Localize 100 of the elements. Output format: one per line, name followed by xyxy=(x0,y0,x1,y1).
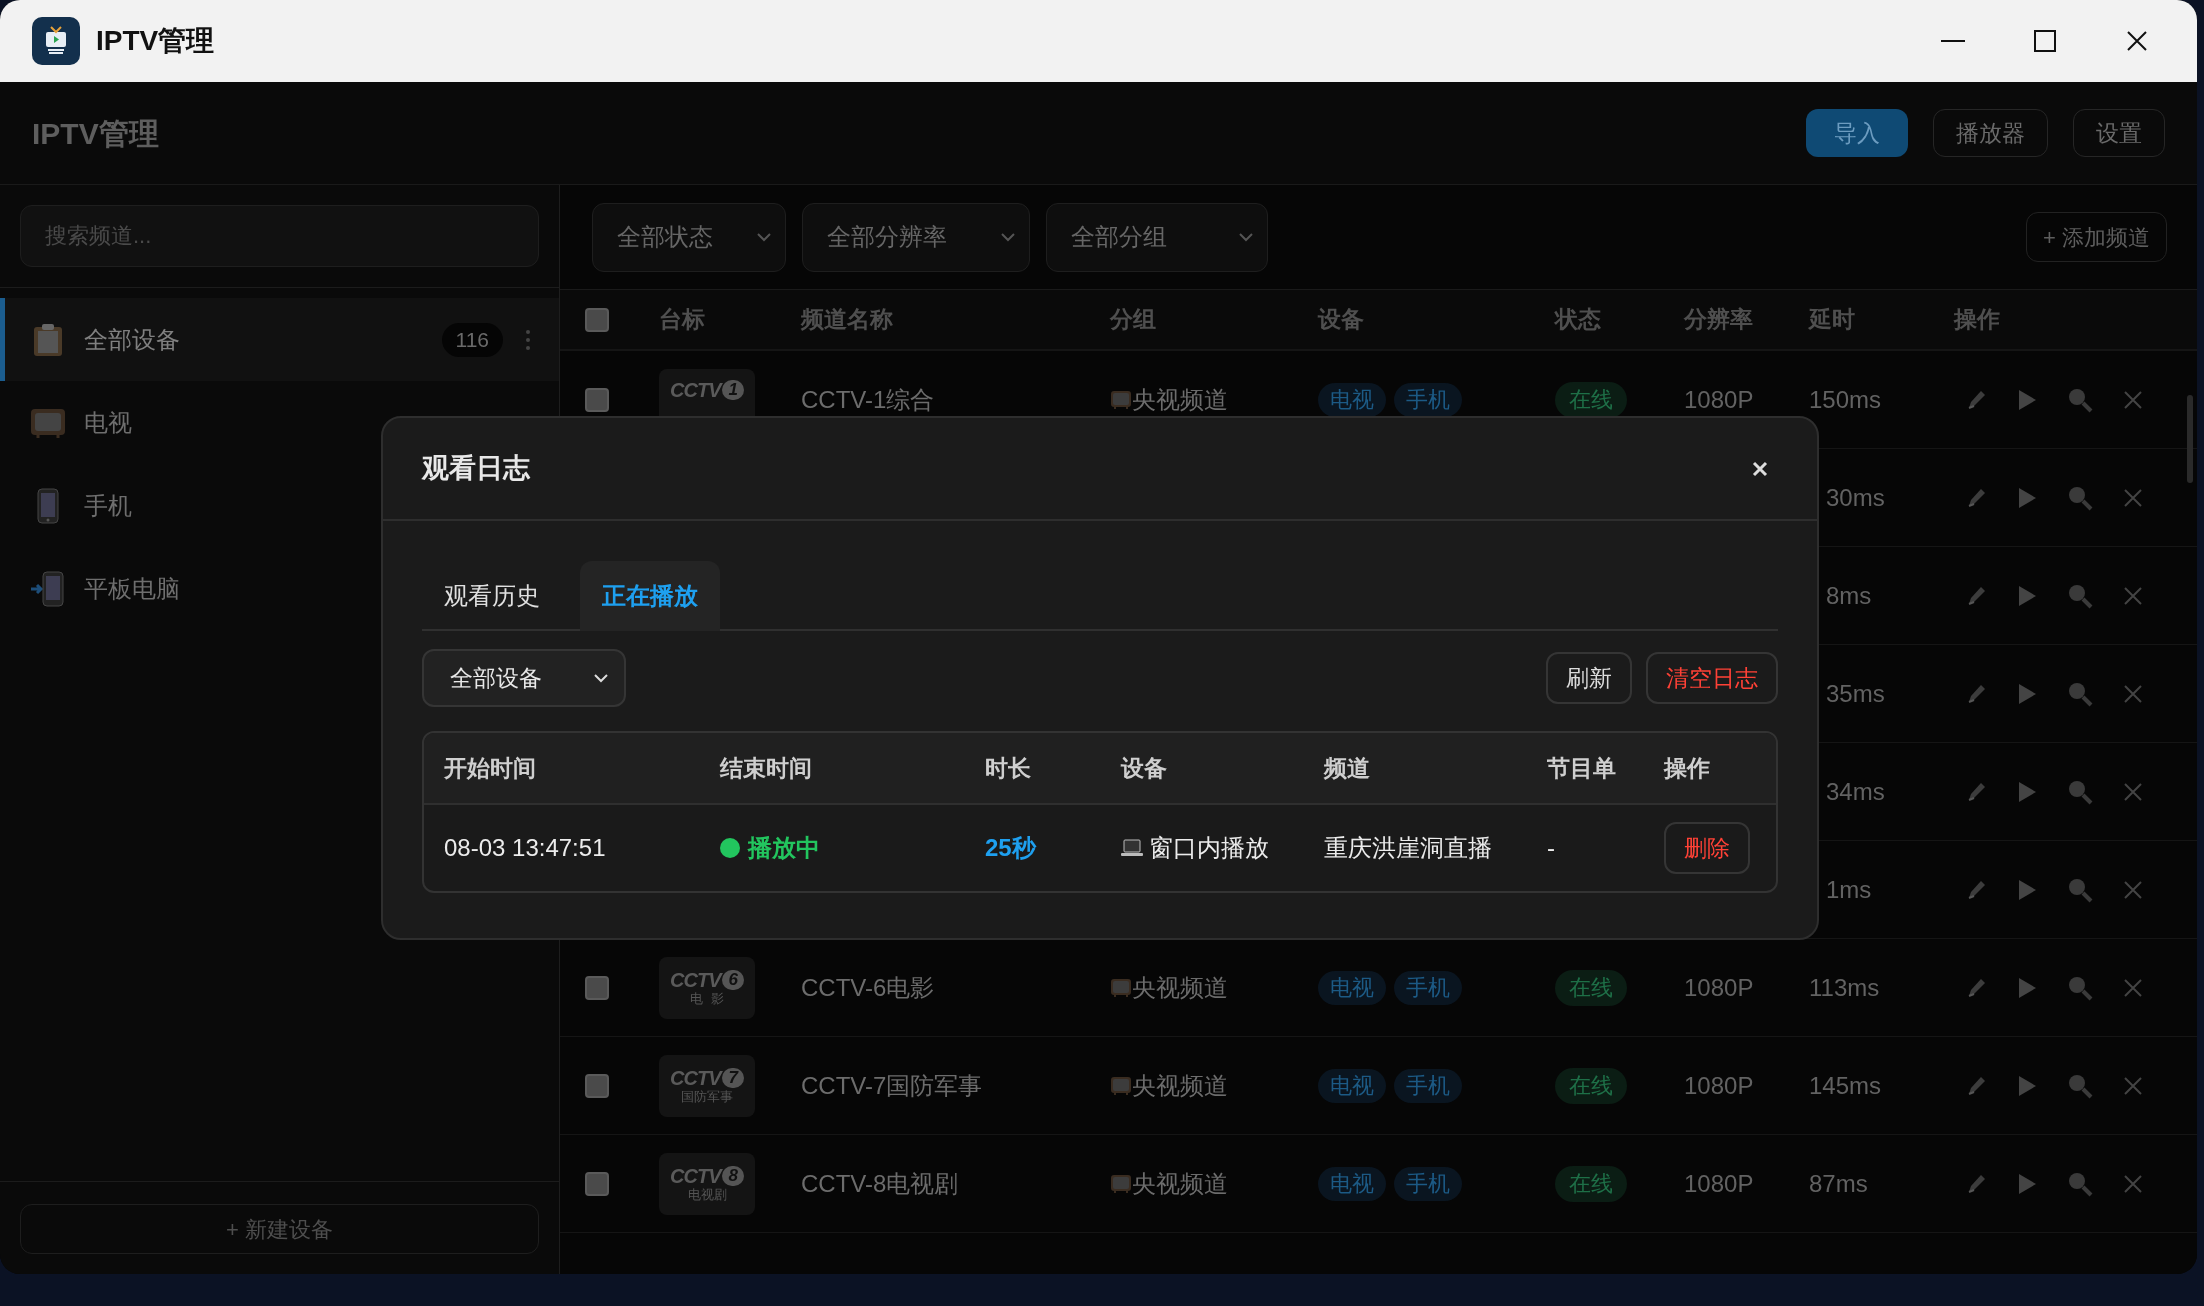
table-cell: 25秒 xyxy=(985,834,1036,861)
close-icon[interactable] xyxy=(2125,29,2149,53)
play-icon[interactable] xyxy=(2017,976,2037,999)
latency-text: 113ms xyxy=(1809,973,1880,1001)
table-cell: 重庆洪崖洞直播 xyxy=(1324,834,1492,861)
import-button[interactable]: 导入 xyxy=(1806,109,1908,157)
column-header: 结束时间 xyxy=(720,754,812,781)
delete-icon[interactable] xyxy=(2123,1173,2143,1194)
clear-log-button[interactable]: 清空日志 xyxy=(1646,652,1778,704)
filter-dropdown[interactable]: 全部分组 xyxy=(1046,202,1268,272)
checkbox[interactable] xyxy=(585,975,609,1000)
scrollbar-thumb[interactable] xyxy=(2187,395,2193,483)
delete-icon[interactable] xyxy=(2123,977,2143,998)
delete-icon[interactable] xyxy=(2123,487,2143,508)
search-field[interactable]: 搜索频道... xyxy=(20,205,539,267)
device-dropdown[interactable]: 全部设备 xyxy=(422,649,626,707)
search-icon[interactable] xyxy=(2067,484,2093,511)
maximize-icon[interactable] xyxy=(2033,29,2057,53)
laptop-icon xyxy=(1121,839,1143,857)
search-icon[interactable] xyxy=(2067,386,2093,413)
logo-number: 6 xyxy=(722,969,744,990)
dialog-tab[interactable]: 观看历史 xyxy=(422,561,562,631)
delete-button[interactable]: 删除 xyxy=(1664,822,1750,874)
resolution-text: 1080P xyxy=(1684,385,1754,413)
column-header: 频道 xyxy=(1324,754,1370,781)
header-button[interactable]: 设置 xyxy=(2073,109,2165,157)
group-label: 央视频道 xyxy=(1132,384,1228,415)
status-tag: 在线 xyxy=(1555,381,1627,418)
column-header: 分组 xyxy=(1110,306,1156,333)
search-icon[interactable] xyxy=(2067,582,2093,609)
add-channel-button[interactable]: + 添加频道 xyxy=(2026,212,2167,262)
column-header: 频道名称 xyxy=(801,306,893,333)
logo-number: 1 xyxy=(722,379,744,400)
search-icon[interactable] xyxy=(2067,974,2093,1001)
refresh-button[interactable]: 刷新 xyxy=(1546,652,1632,704)
device-tag: 手机 xyxy=(1394,382,1462,417)
play-icon[interactable] xyxy=(2017,682,2037,705)
search-icon[interactable] xyxy=(2067,680,2093,707)
sidebar-item-label: 平板电脑 xyxy=(84,573,180,604)
delete-icon[interactable] xyxy=(2123,585,2143,606)
new-device-button[interactable]: + 新建设备 xyxy=(20,1204,539,1254)
play-icon[interactable] xyxy=(2017,584,2037,607)
sidebar-item[interactable]: 全部设备 116 xyxy=(0,298,559,381)
play-icon[interactable] xyxy=(2017,1074,2037,1097)
checkbox[interactable] xyxy=(585,1073,609,1098)
channel-name: CCTV-6电影 xyxy=(801,973,935,1001)
latency-text: 30ms xyxy=(1826,483,1885,511)
filter-dropdown[interactable]: 全部分辨率 xyxy=(802,202,1030,272)
resolution-text: 1080P xyxy=(1684,1071,1754,1099)
table-cell: 08-03 13:47:51 xyxy=(444,834,606,861)
play-icon[interactable] xyxy=(2017,388,2037,411)
checkbox[interactable] xyxy=(585,1171,609,1196)
logo-caption: 电 影 xyxy=(690,990,724,1007)
group-label: 央视频道 xyxy=(1132,1070,1228,1101)
play-icon[interactable] xyxy=(2017,1172,2037,1195)
latency-text: 35ms xyxy=(1826,679,1885,707)
search-icon[interactable] xyxy=(2067,876,2093,903)
sidebar-item-label: 全部设备 xyxy=(84,324,180,355)
search-icon[interactable] xyxy=(2067,1170,2093,1197)
more-icon[interactable] xyxy=(525,328,531,351)
checkbox[interactable] xyxy=(585,307,609,332)
tv-icon xyxy=(1110,977,1132,998)
header-button[interactable]: 播放器 xyxy=(1933,109,2048,157)
checkbox[interactable] xyxy=(585,387,609,412)
play-icon[interactable] xyxy=(2017,486,2037,509)
playing-status: 播放中 xyxy=(748,833,820,863)
play-icon[interactable] xyxy=(2017,878,2037,901)
latency-text: 145ms xyxy=(1809,1071,1882,1099)
latency-text: 1ms xyxy=(1826,875,1872,903)
delete-icon[interactable] xyxy=(2123,1075,2143,1096)
delete-icon[interactable] xyxy=(2123,389,2143,410)
device-tag: 手机 xyxy=(1394,970,1462,1005)
app-title: IPTV管理 xyxy=(32,115,159,152)
device-tag: 电视 xyxy=(1318,970,1386,1005)
search-icon[interactable] xyxy=(2067,778,2093,805)
column-header: 操作 xyxy=(1954,306,2000,333)
column-header: 分辨率 xyxy=(1684,306,1753,333)
device-tag: 手机 xyxy=(1394,1068,1462,1103)
search-icon[interactable] xyxy=(2067,1072,2093,1099)
dialog-title: 观看日志 xyxy=(422,452,530,486)
tv-icon xyxy=(28,406,68,439)
logo-caption: 国防军事 xyxy=(681,1088,733,1105)
device-tag: 电视 xyxy=(1318,1068,1386,1103)
close-icon[interactable] xyxy=(1751,459,1769,478)
column-header: 操作 xyxy=(1664,754,1710,781)
dialog-tab[interactable]: 正在播放 xyxy=(580,561,720,631)
play-icon[interactable] xyxy=(2017,780,2037,803)
logo-wordmark: CCTV xyxy=(670,378,721,401)
logo-number: 7 xyxy=(722,1067,744,1088)
group-label: 央视频道 xyxy=(1132,1168,1228,1199)
table-cell-text: 窗口内播放 xyxy=(1149,833,1269,863)
delete-icon[interactable] xyxy=(2123,683,2143,704)
filter-dropdown[interactable]: 全部状态 xyxy=(592,202,786,272)
column-header: 设备 xyxy=(1318,306,1364,333)
logo-wordmark: CCTV xyxy=(670,1164,721,1187)
tv-icon xyxy=(1110,1173,1132,1194)
tv-icon xyxy=(1110,389,1132,410)
channel-name: CCTV-1综合 xyxy=(801,385,935,413)
delete-icon[interactable] xyxy=(2123,879,2143,900)
delete-icon[interactable] xyxy=(2123,781,2143,802)
